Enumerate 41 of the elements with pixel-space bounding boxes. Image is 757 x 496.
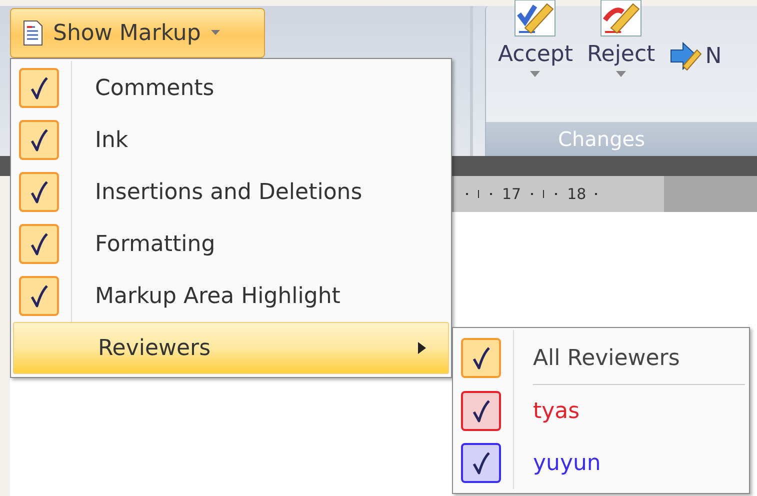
document-icon [23, 20, 43, 46]
menu-item[interactable]: All Reviewers [453, 332, 749, 384]
menu-item[interactable]: Reviewers [13, 322, 449, 374]
caret-icon [616, 71, 626, 77]
checkbox[interactable] [461, 443, 501, 483]
checkmark-icon [472, 399, 490, 423]
checkmark-icon [472, 451, 490, 475]
caret-icon [210, 30, 220, 36]
checkbox[interactable] [19, 120, 59, 160]
checkbox[interactable] [19, 68, 59, 108]
checkbox[interactable] [461, 338, 501, 378]
group-title: Changes [486, 122, 757, 156]
ruler-number: 18 [567, 185, 586, 203]
submenu-arrow-icon [418, 342, 426, 354]
ruler-ticks [464, 190, 494, 198]
checkbox[interactable] [19, 172, 59, 212]
checkmark-icon [30, 128, 48, 152]
checkbox[interactable] [461, 391, 501, 431]
caret-icon [530, 71, 540, 77]
ruler-number: 17 [502, 185, 522, 203]
menu-item[interactable]: yuyun [453, 437, 749, 489]
checkmark-icon [30, 76, 48, 100]
menu-item[interactable]: Ink [11, 114, 451, 166]
ribbon-button[interactable]: Reject [582, 0, 660, 100]
checkmark-icon [472, 346, 490, 370]
show-markup-button[interactable]: Show Markup [10, 8, 265, 58]
ribbon-button[interactable]: N [665, 0, 726, 72]
menu-item[interactable]: tyas [453, 385, 749, 437]
checkbox[interactable] [19, 276, 59, 316]
checkmark-icon [30, 180, 48, 204]
menu-item[interactable]: Insertions and Deletions [11, 166, 451, 218]
menu-item[interactable]: Markup Area Highlight [11, 270, 451, 322]
ruler-tick [594, 190, 598, 198]
arrow-pencil-icon [669, 40, 704, 72]
checkmark-icon [30, 232, 48, 256]
ribbon-button[interactable]: Accept [494, 0, 577, 100]
menu-item[interactable]: Formatting [11, 218, 451, 270]
menu-item[interactable]: Comments [11, 62, 451, 114]
ruler-ticks [529, 190, 560, 198]
checkbox[interactable] [19, 224, 59, 264]
checkmark-icon [30, 284, 48, 308]
